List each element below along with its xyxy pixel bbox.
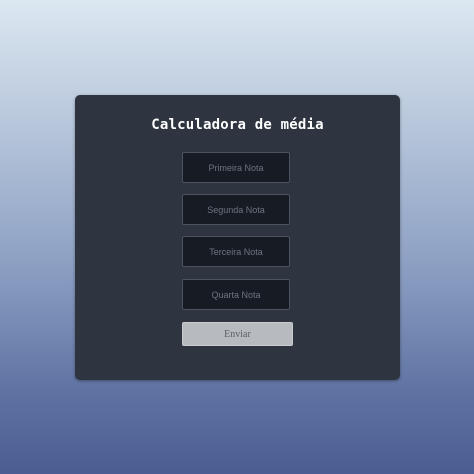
page-title: Calculadora de média (151, 117, 324, 133)
third-grade-input[interactable] (182, 236, 290, 267)
first-grade-input[interactable] (182, 152, 290, 183)
submit-button[interactable]: Enviar (182, 322, 293, 346)
fourth-grade-input[interactable] (182, 279, 290, 310)
calculator-card: Calculadora de média Enviar (75, 95, 400, 380)
page-background: { "form": { "title": "Calculadora de méd… (0, 0, 474, 474)
second-grade-input[interactable] (182, 194, 290, 225)
